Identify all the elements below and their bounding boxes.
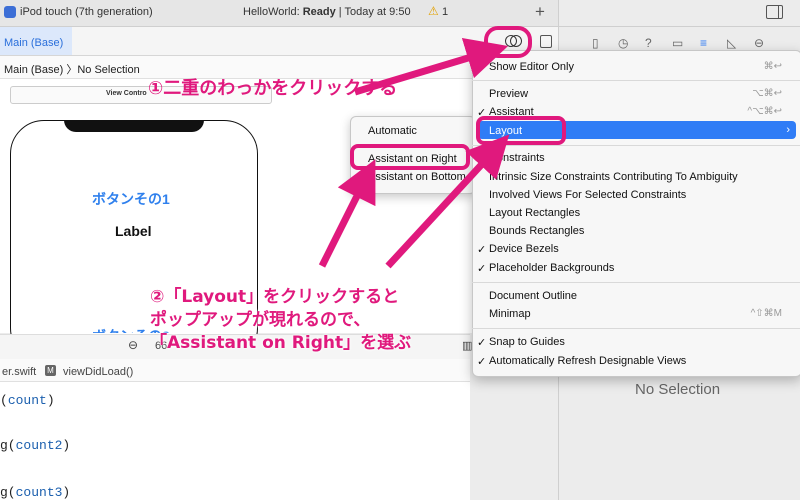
menu-intrinsic-size-constraints[interactable]: Intrinsic Size Constraints Contributing … bbox=[489, 171, 738, 183]
warning-count[interactable]: 1 bbox=[442, 6, 448, 18]
history-inspector-icon[interactable]: ◷ bbox=[618, 36, 628, 50]
menu-layout-highlight[interactable] bbox=[478, 121, 796, 139]
submenu-automatic[interactable]: Automatic bbox=[368, 125, 417, 137]
checkmark-icon: ✓ bbox=[477, 107, 487, 119]
help-inspector-icon[interactable]: ? bbox=[645, 36, 652, 50]
attributes-inspector-icon[interactable]: ≡ bbox=[700, 36, 707, 50]
label-1[interactable]: Label bbox=[115, 223, 152, 239]
menu-separator bbox=[472, 145, 800, 146]
add-editor-icon[interactable] bbox=[540, 35, 552, 48]
device-icon[interactable] bbox=[4, 6, 16, 18]
status-time: | Today at 9:50 bbox=[335, 6, 411, 18]
menu-assistant[interactable]: Assistant bbox=[489, 106, 534, 118]
annotation-step-1: ①二重のわっかをクリックする bbox=[148, 78, 398, 99]
activity-status: HelloWorld: Ready | Today at 9:50 bbox=[243, 6, 411, 18]
checkmark-icon: ✓ bbox=[477, 337, 487, 349]
menu-involved-views[interactable]: Involved Views For Selected Constraints bbox=[489, 189, 686, 201]
outline-toggle-icon[interactable]: ▥ bbox=[462, 339, 472, 352]
project-name: HelloWorld bbox=[243, 6, 297, 18]
code-editor[interactable] bbox=[0, 382, 470, 500]
menu-separator bbox=[472, 328, 800, 329]
inspector-toggle-icon[interactable] bbox=[766, 5, 783, 19]
method-icon: M bbox=[45, 365, 56, 376]
identity-inspector-icon[interactable]: ▭ bbox=[672, 36, 683, 50]
code-file-name[interactable]: er.swift bbox=[2, 366, 36, 378]
menu-snap-to-guides[interactable]: Snap to Guides bbox=[489, 336, 565, 348]
submenu-chevron-icon: › bbox=[786, 124, 790, 136]
menu-layout[interactable]: Layout bbox=[489, 125, 522, 137]
menu-minimap[interactable]: Minimap bbox=[489, 308, 531, 320]
menu-device-bezels[interactable]: Device Bezels bbox=[489, 243, 559, 255]
submenu-assistant-on-bottom[interactable]: Assistant on Bottom bbox=[368, 171, 466, 183]
view-controller-label: View Contro bbox=[106, 90, 147, 97]
menu-separator bbox=[472, 80, 800, 81]
size-inspector-icon[interactable]: ◺ bbox=[727, 36, 736, 50]
checkmark-icon: ✓ bbox=[477, 263, 487, 275]
connections-inspector-icon[interactable]: ⊖ bbox=[754, 36, 764, 50]
shortcut-preview: ⌥⌘↩ bbox=[752, 88, 782, 99]
annotation-step-2-line-1: ②「Layout」をクリックすると bbox=[150, 287, 400, 307]
menu-constraints[interactable]: Constraints bbox=[489, 152, 545, 164]
menu-auto-refresh-designable-views[interactable]: Automatically Refresh Designable Views bbox=[489, 355, 686, 367]
annotation-step-2-line-2: ポップアップが現れるので、 bbox=[150, 310, 371, 330]
checkmark-icon: ✓ bbox=[477, 244, 487, 256]
menu-placeholder-backgrounds[interactable]: Placeholder Backgrounds bbox=[489, 262, 614, 274]
menu-bounds-rectangles[interactable]: Bounds Rectangles bbox=[489, 225, 584, 237]
menu-show-editor-only[interactable]: Show Editor Only bbox=[489, 61, 574, 73]
device-notch bbox=[64, 120, 204, 132]
menu-separator bbox=[472, 282, 800, 283]
build-status: Ready bbox=[302, 6, 336, 18]
add-icon[interactable]: + bbox=[535, 2, 545, 22]
menu-preview[interactable]: Preview bbox=[489, 88, 528, 100]
checkmark-icon: ✓ bbox=[477, 356, 487, 368]
scheme-device-selector[interactable]: iPod touch (7th generation) bbox=[20, 6, 153, 18]
file-inspector-icon[interactable]: ▯ bbox=[592, 36, 599, 50]
code-line[interactable]: (count) bbox=[0, 393, 55, 408]
tab-main-label[interactable]: Main (Base) bbox=[4, 37, 63, 49]
editor-options-icon[interactable] bbox=[505, 34, 522, 48]
no-selection-label: No Selection bbox=[635, 381, 721, 398]
menu-layout-rectangles[interactable]: Layout Rectangles bbox=[489, 207, 580, 219]
annotation-step-2-line-3: 「Assistant on Right」を選ぶ bbox=[150, 333, 412, 353]
button-1[interactable]: ボタンその1 bbox=[92, 189, 170, 209]
shortcut-minimap: ^⇧⌘M bbox=[750, 308, 782, 319]
warning-icon[interactable]: ⚠ bbox=[428, 4, 439, 18]
shortcut-show-editor-only: ⌘↩ bbox=[763, 61, 782, 72]
right-toolbar bbox=[558, 0, 800, 27]
shortcut-assistant: ^⌥⌘↩ bbox=[747, 106, 782, 117]
menu-document-outline[interactable]: Document Outline bbox=[489, 290, 577, 302]
submenu-assistant-on-right[interactable]: Assistant on Right bbox=[368, 153, 457, 165]
code-line[interactable]: g(count3) bbox=[0, 485, 70, 500]
jump-bar-path[interactable]: Main (Base) 〉No Selection bbox=[4, 61, 140, 77]
code-method-name[interactable]: viewDidLoad() bbox=[63, 366, 133, 378]
zoom-out-icon[interactable]: ⊖ bbox=[128, 338, 138, 352]
code-line[interactable]: g(count2) bbox=[0, 438, 70, 453]
